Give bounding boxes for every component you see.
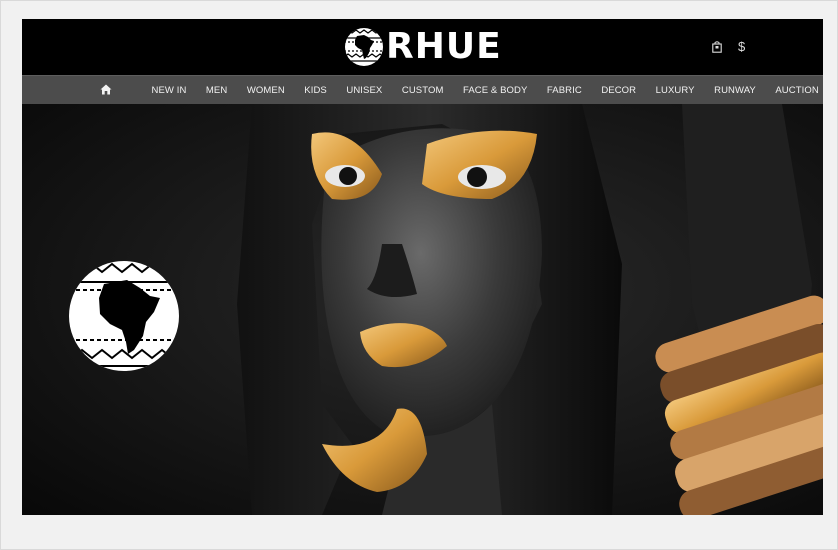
nav-kids[interactable]: KIDS bbox=[304, 85, 327, 96]
nav-custom[interactable]: CUSTOM bbox=[402, 85, 444, 96]
nav-runway[interactable]: RUNWAY bbox=[714, 85, 756, 96]
nav-face-body[interactable]: FACE & BODY bbox=[463, 85, 527, 96]
home-icon bbox=[100, 84, 112, 94]
hero-banner[interactable] bbox=[22, 104, 823, 515]
brand-name: RHUE bbox=[386, 26, 502, 67]
nav-decor[interactable]: DECOR bbox=[601, 85, 636, 96]
nav-luxury[interactable]: LUXURY bbox=[656, 85, 695, 96]
page-frame: RHUE $ NEW IN MEN WOMEN KIDS UNISEX CUST… bbox=[0, 0, 838, 550]
nav-fabric[interactable]: FABRIC bbox=[547, 85, 582, 96]
nav-women[interactable]: WOMEN bbox=[247, 85, 285, 96]
cart-icon[interactable] bbox=[712, 40, 722, 53]
site-header: RHUE $ bbox=[22, 19, 823, 75]
hero-image bbox=[22, 104, 823, 515]
nav-new-in[interactable]: NEW IN bbox=[152, 85, 187, 96]
brand-logo[interactable]: RHUE bbox=[344, 26, 502, 68]
header-actions: $ bbox=[712, 39, 745, 54]
nav-men[interactable]: MEN bbox=[206, 85, 227, 96]
nav-auction[interactable]: AUCTION bbox=[775, 85, 818, 96]
africa-logo-icon bbox=[345, 28, 383, 66]
nav-unisex[interactable]: UNISEX bbox=[346, 85, 382, 96]
main-navigation: NEW IN MEN WOMEN KIDS UNISEX CUSTOM FACE… bbox=[22, 75, 823, 105]
nav-home[interactable] bbox=[100, 84, 132, 98]
currency-selector[interactable]: $ bbox=[738, 39, 745, 54]
